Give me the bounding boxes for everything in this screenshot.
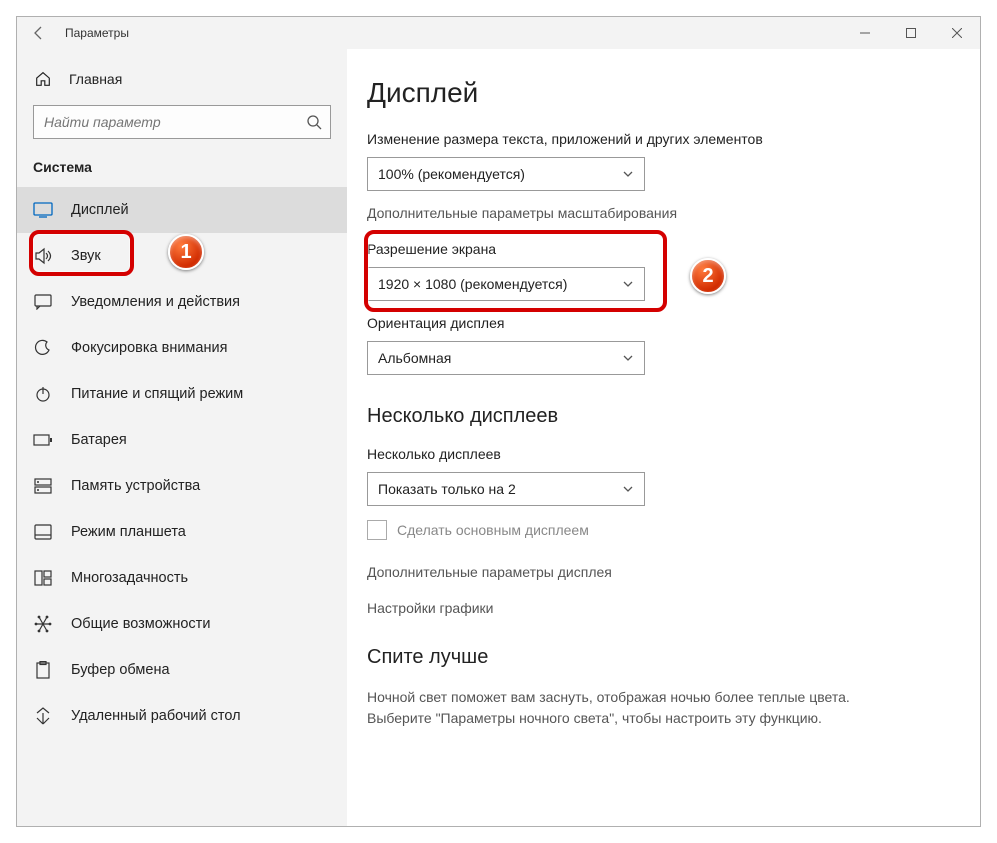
- sidebar-item-notifications[interactable]: Уведомления и действия: [17, 279, 347, 325]
- sidebar-item-label: Режим планшета: [71, 524, 186, 540]
- page-title: Дисплей: [367, 77, 940, 109]
- multitask-icon: [33, 568, 53, 588]
- sidebar: Главная Система Дисплей: [17, 49, 347, 826]
- sidebar-item-label: Удаленный рабочий стол: [71, 708, 241, 724]
- sleep-better-title: Спите лучше: [367, 646, 940, 669]
- multi-displays-title: Несколько дисплеев: [367, 405, 940, 428]
- sound-icon: [33, 246, 53, 266]
- resolution-combo[interactable]: 1920 × 1080 (рекомендуется): [367, 267, 645, 301]
- combo-value: Альбомная: [378, 350, 451, 366]
- sidebar-item-label: Батарея: [71, 432, 127, 448]
- shared-icon: [33, 614, 53, 634]
- checkbox-icon: [367, 520, 387, 540]
- sidebar-item-battery[interactable]: Батарея: [17, 417, 347, 463]
- advanced-scaling-link[interactable]: Дополнительные параметры масштабирования: [367, 205, 940, 221]
- sidebar-item-label: Фокусировка внимания: [71, 340, 227, 356]
- graphics-settings-link[interactable]: Настройки графики: [367, 600, 940, 616]
- combo-value: Показать только на 2: [378, 481, 516, 497]
- chevron-down-icon: [622, 168, 634, 180]
- sidebar-item-tablet[interactable]: Режим планшета: [17, 509, 347, 555]
- scale-combo[interactable]: 100% (рекомендуется): [367, 157, 645, 191]
- battery-icon: [33, 430, 53, 450]
- sidebar-item-focus[interactable]: Фокусировка внимания: [17, 325, 347, 371]
- checkbox-label: Сделать основным дисплеем: [397, 522, 589, 538]
- minimize-button[interactable]: [842, 17, 888, 49]
- chevron-down-icon: [622, 352, 634, 364]
- sidebar-item-label: Главная: [69, 71, 122, 87]
- sidebar-item-display[interactable]: Дисплей: [17, 187, 347, 233]
- sidebar-item-label: Питание и спящий режим: [71, 386, 243, 402]
- titlebar: Параметры: [17, 17, 980, 49]
- chevron-down-icon: [622, 483, 634, 495]
- sidebar-item-home[interactable]: Главная: [17, 57, 347, 101]
- sidebar-item-label: Дисплей: [71, 202, 129, 218]
- search-icon: [306, 114, 322, 130]
- orientation-label: Ориентация дисплея: [367, 315, 940, 331]
- storage-icon: [33, 476, 53, 496]
- sidebar-item-power[interactable]: Питание и спящий режим: [17, 371, 347, 417]
- tablet-icon: [33, 522, 53, 542]
- scale-label: Изменение размера текста, приложений и д…: [367, 131, 940, 147]
- back-button[interactable]: [17, 17, 61, 49]
- settings-window: Параметры Главная: [16, 16, 981, 827]
- window-title: Параметры: [65, 26, 129, 40]
- multi-displays-combo[interactable]: Показать только на 2: [367, 472, 645, 506]
- sidebar-item-multitask[interactable]: Многозадачность: [17, 555, 347, 601]
- sidebar-item-remote[interactable]: Удаленный рабочий стол: [17, 693, 347, 739]
- home-icon: [33, 69, 53, 89]
- resolution-label: Разрешение экрана: [367, 241, 940, 257]
- sidebar-item-label: Буфер обмена: [71, 662, 170, 678]
- sidebar-section-label: Система: [17, 151, 347, 187]
- remote-icon: [33, 706, 53, 726]
- close-button[interactable]: [934, 17, 980, 49]
- content-area: Дисплей Изменение размера текста, прилож…: [347, 49, 980, 826]
- make-primary-checkbox: Сделать основным дисплеем: [367, 520, 940, 540]
- chevron-down-icon: [622, 278, 634, 290]
- display-icon: [33, 200, 53, 220]
- sidebar-item-storage[interactable]: Память устройства: [17, 463, 347, 509]
- combo-value: 1920 × 1080 (рекомендуется): [378, 276, 567, 292]
- sidebar-item-shared[interactable]: Общие возможности: [17, 601, 347, 647]
- sidebar-item-sound[interactable]: Звук: [17, 233, 347, 279]
- focus-icon: [33, 338, 53, 358]
- notifications-icon: [33, 292, 53, 312]
- combo-value: 100% (рекомендуется): [378, 166, 525, 182]
- sidebar-item-label: Многозадачность: [71, 570, 188, 586]
- advanced-display-link[interactable]: Дополнительные параметры дисплея: [367, 564, 940, 580]
- sidebar-item-label: Звук: [71, 248, 101, 264]
- sidebar-item-clipboard[interactable]: Буфер обмена: [17, 647, 347, 693]
- orientation-combo[interactable]: Альбомная: [367, 341, 645, 375]
- power-icon: [33, 384, 53, 404]
- search-input[interactable]: [33, 105, 331, 139]
- clipboard-icon: [33, 660, 53, 680]
- sleep-better-text: Ночной свет поможет вам заснуть, отображ…: [367, 687, 907, 729]
- sidebar-item-label: Общие возможности: [71, 616, 210, 632]
- multi-displays-label: Несколько дисплеев: [367, 446, 940, 462]
- sidebar-item-label: Память устройства: [71, 478, 200, 494]
- sidebar-item-label: Уведомления и действия: [71, 294, 240, 310]
- maximize-button[interactable]: [888, 17, 934, 49]
